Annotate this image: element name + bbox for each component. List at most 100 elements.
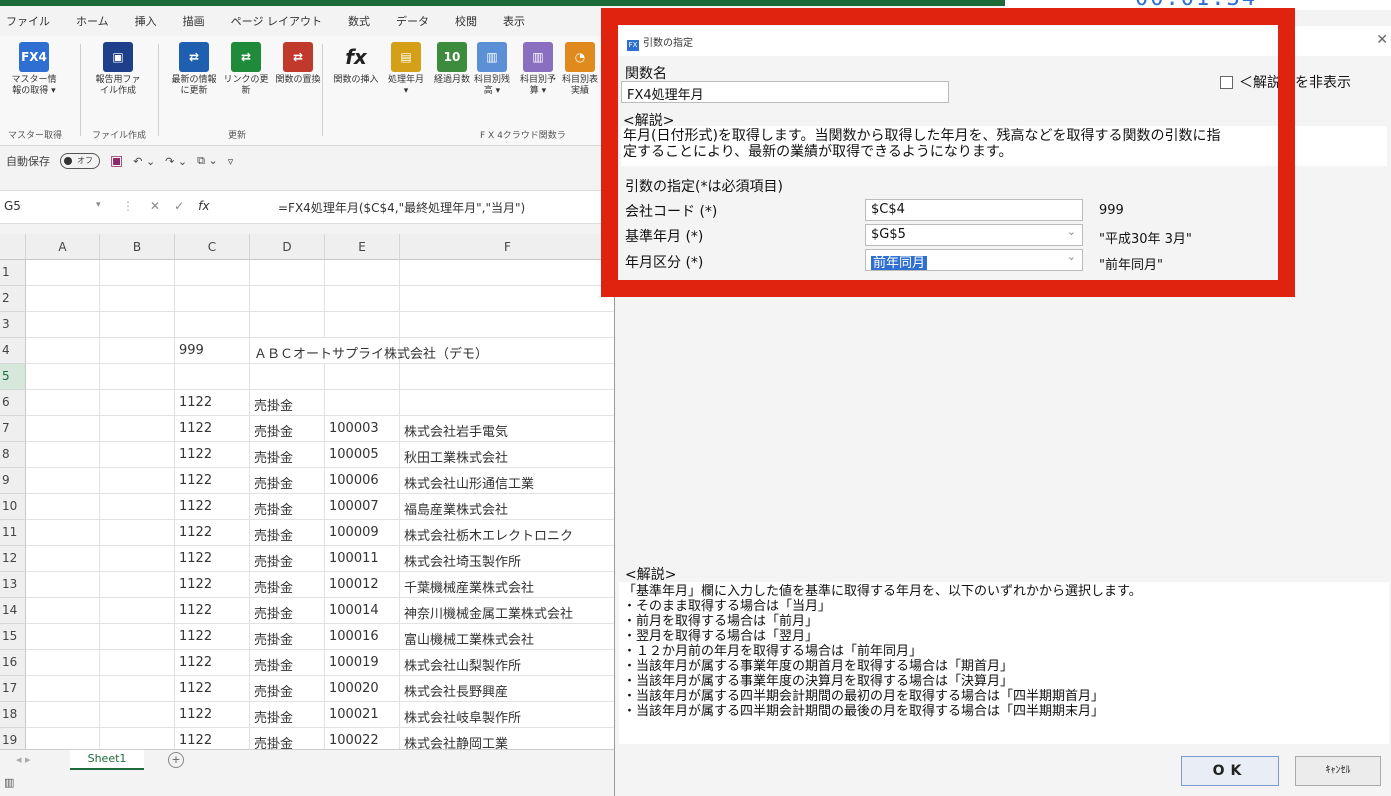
ribbon-button[interactable]: ▣ 報告用ファイル作成 bbox=[92, 42, 144, 97]
menu-tab[interactable]: 数式 bbox=[348, 13, 370, 29]
table-cell[interactable] bbox=[325, 390, 400, 416]
menu-tab[interactable]: 校閲 bbox=[455, 13, 477, 29]
table-cell[interactable]: 売掛金 bbox=[250, 728, 325, 749]
table-cell[interactable]: 1122 bbox=[175, 572, 250, 598]
table-cell[interactable]: 100003 bbox=[325, 416, 400, 442]
table-cell[interactable] bbox=[325, 260, 400, 286]
table-cell[interactable]: 株式会社静岡工業 bbox=[400, 728, 616, 749]
table-cell[interactable] bbox=[26, 624, 100, 650]
table-cell[interactable] bbox=[100, 546, 175, 572]
table-cell[interactable]: 100021 bbox=[325, 702, 400, 728]
column-header[interactable]: F bbox=[400, 234, 616, 260]
column-header[interactable]: D bbox=[250, 234, 325, 260]
cancel-button[interactable]: ｷｬﾝｾﾙ bbox=[1295, 756, 1381, 786]
table-cell[interactable] bbox=[26, 390, 100, 416]
row-header[interactable]: 13 bbox=[0, 572, 26, 598]
table-cell[interactable]: 1122 bbox=[175, 728, 250, 749]
table-cell[interactable]: 1122 bbox=[175, 390, 250, 416]
table-cell[interactable]: 100005 bbox=[325, 442, 400, 468]
table-cell[interactable]: ＡＢＣオートサプライ株式会社（デモ） bbox=[250, 338, 610, 364]
row-header[interactable]: 4 bbox=[0, 338, 26, 364]
table-cell[interactable]: 999 bbox=[175, 338, 250, 364]
table-cell[interactable] bbox=[400, 312, 616, 338]
table-cell[interactable]: 売掛金 bbox=[250, 546, 325, 572]
undo-icon[interactable]: ↶ ⌄ bbox=[133, 155, 155, 168]
redo-icon[interactable]: ↷ ⌄ bbox=[165, 155, 187, 168]
table-cell[interactable]: 株式会社岐阜製作所 bbox=[400, 702, 616, 728]
table-cell[interactable] bbox=[26, 416, 100, 442]
table-cell[interactable] bbox=[100, 416, 175, 442]
table-cell[interactable] bbox=[175, 312, 250, 338]
table-cell[interactable]: 売掛金 bbox=[250, 702, 325, 728]
table-cell[interactable]: 1122 bbox=[175, 494, 250, 520]
table-cell[interactable]: 株式会社岩手電気 bbox=[400, 416, 616, 442]
table-cell[interactable]: 100007 bbox=[325, 494, 400, 520]
table-cell[interactable]: 100006 bbox=[325, 468, 400, 494]
table-cell[interactable]: 株式会社埼玉製作所 bbox=[400, 546, 616, 572]
table-cell[interactable] bbox=[26, 260, 100, 286]
table-cell[interactable]: 1122 bbox=[175, 520, 250, 546]
table-cell[interactable] bbox=[26, 650, 100, 676]
ribbon-button[interactable]: 10 経過月数 bbox=[432, 42, 472, 86]
row-header[interactable]: 17 bbox=[0, 676, 26, 702]
table-cell[interactable] bbox=[400, 390, 616, 416]
table-cell[interactable]: 売掛金 bbox=[250, 624, 325, 650]
ribbon-button[interactable]: ⇄ リンクの更新 bbox=[220, 42, 272, 97]
table-cell[interactable] bbox=[100, 260, 175, 286]
insert-function-icon[interactable]: fx bbox=[198, 199, 209, 213]
table-cell[interactable] bbox=[26, 598, 100, 624]
ribbon-button[interactable]: ◔ 科目別表実績 bbox=[560, 42, 600, 97]
table-cell[interactable] bbox=[26, 442, 100, 468]
table-cell[interactable] bbox=[100, 390, 175, 416]
menu-tab[interactable]: 描画 bbox=[183, 13, 205, 29]
namebox-dropdown-icon[interactable]: ▾ bbox=[96, 200, 101, 210]
table-cell[interactable]: 富山機械工業株式会社 bbox=[400, 624, 616, 650]
table-cell[interactable] bbox=[26, 364, 100, 390]
row-header[interactable]: 9 bbox=[0, 468, 26, 494]
table-cell[interactable]: 千葉機械産業株式会社 bbox=[400, 572, 616, 598]
table-cell[interactable] bbox=[100, 312, 175, 338]
row-header[interactable]: 19 bbox=[0, 728, 26, 749]
table-cell[interactable]: 神奈川機械金属工業株式会社 bbox=[400, 598, 616, 624]
table-cell[interactable]: 1122 bbox=[175, 468, 250, 494]
table-cell[interactable] bbox=[26, 676, 100, 702]
table-cell[interactable]: 1122 bbox=[175, 442, 250, 468]
row-header[interactable]: 6 bbox=[0, 390, 26, 416]
row-header[interactable]: 2 bbox=[0, 286, 26, 312]
table-cell[interactable]: 100014 bbox=[325, 598, 400, 624]
table-cell[interactable] bbox=[100, 338, 175, 364]
table-cell[interactable] bbox=[100, 468, 175, 494]
table-cell[interactable] bbox=[100, 702, 175, 728]
table-cell[interactable]: 売掛金 bbox=[250, 468, 325, 494]
row-header[interactable]: 3 bbox=[0, 312, 26, 338]
cancel-entry-icon[interactable]: ✕ bbox=[150, 199, 174, 213]
menu-tab[interactable]: ホーム bbox=[76, 13, 109, 29]
table-cell[interactable]: 1122 bbox=[175, 416, 250, 442]
row-header[interactable]: 10 bbox=[0, 494, 26, 520]
row-header[interactable]: 5 bbox=[0, 364, 26, 390]
table-cell[interactable]: 100020 bbox=[325, 676, 400, 702]
table-cell[interactable]: 100022 bbox=[325, 728, 400, 749]
column-header[interactable]: E bbox=[325, 234, 400, 260]
table-cell[interactable] bbox=[250, 286, 325, 312]
column-header[interactable]: B bbox=[100, 234, 175, 260]
ribbon-button[interactable]: ▥ 科目別残高 ▾ bbox=[472, 42, 512, 97]
menu-tab[interactable]: ファイル bbox=[6, 13, 50, 29]
table-cell[interactable]: 福島産業株式会社 bbox=[400, 494, 616, 520]
table-cell[interactable]: 秋田工業株式会社 bbox=[400, 442, 616, 468]
table-cell[interactable] bbox=[100, 650, 175, 676]
table-cell[interactable] bbox=[175, 286, 250, 312]
row-header[interactable]: 14 bbox=[0, 598, 26, 624]
table-cell[interactable] bbox=[325, 312, 400, 338]
table-cell[interactable] bbox=[100, 572, 175, 598]
table-cell[interactable]: 株式会社長野興産 bbox=[400, 676, 616, 702]
menu-tab[interactable]: 表示 bbox=[503, 13, 525, 29]
table-cell[interactable] bbox=[250, 364, 325, 390]
table-cell[interactable]: 1122 bbox=[175, 650, 250, 676]
table-cell[interactable]: 売掛金 bbox=[250, 494, 325, 520]
name-box[interactable]: G5 bbox=[4, 199, 104, 219]
row-header[interactable]: 1 bbox=[0, 260, 26, 286]
table-cell[interactable]: 100011 bbox=[325, 546, 400, 572]
table-cell[interactable] bbox=[26, 468, 100, 494]
ribbon-button[interactable]: ▥ 科目別予算 ▾ bbox=[518, 42, 558, 97]
